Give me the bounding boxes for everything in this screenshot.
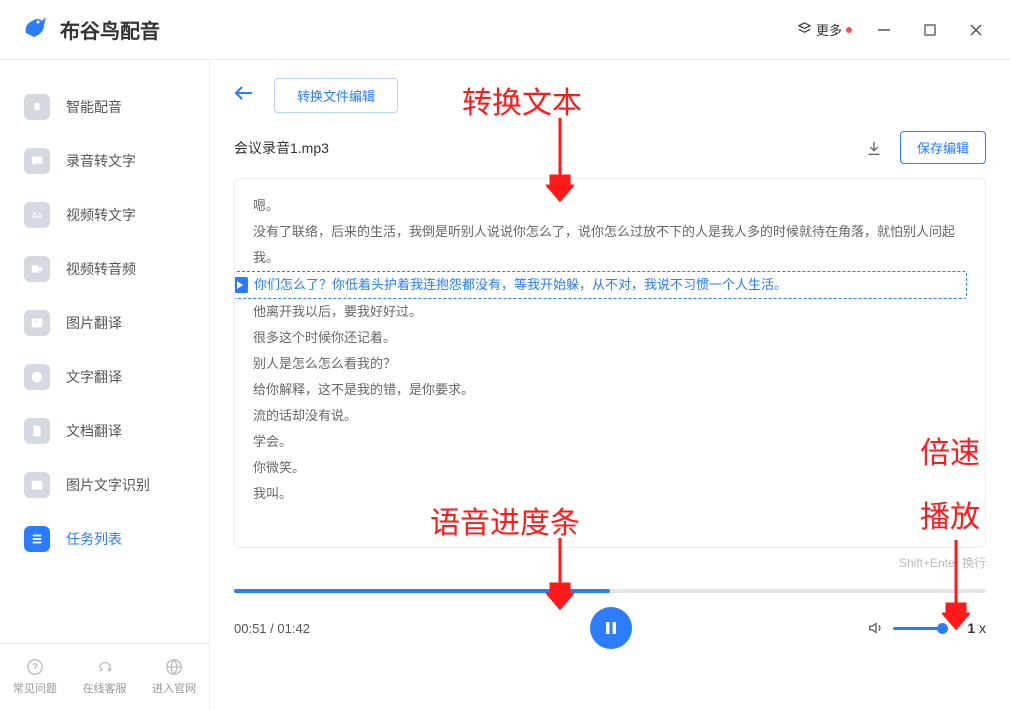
window-maximize-button[interactable]: [916, 16, 944, 44]
playback-time: 00:51 / 01:42: [234, 621, 354, 636]
audio-player: 00:51 / 01:42 1 x: [234, 589, 986, 661]
image-icon: [24, 310, 50, 336]
app-logo: 布谷鸟配音: [20, 11, 160, 48]
shortcut-hint: Shift+Enter 换行: [234, 554, 986, 571]
nav-item-task-list[interactable]: 任务列表: [0, 512, 209, 566]
more-button[interactable]: 更多: [797, 20, 852, 39]
volume-slider[interactable]: [893, 627, 943, 630]
nav-item-doc-translate[interactable]: 文档翻译: [0, 404, 209, 458]
document-icon: [24, 418, 50, 444]
download-button[interactable]: [860, 134, 888, 162]
text-aa-icon: Aa: [24, 202, 50, 228]
transcript-line[interactable]: 嗯。: [253, 193, 967, 219]
nav-item-smart-dub[interactable]: 智能配音: [0, 80, 209, 134]
volume-control[interactable]: [867, 619, 943, 637]
transcript-box[interactable]: 嗯。 没有了联络，后来的生活，我倒是听别人说说你怎么了，说你怎么过放不下的人是我…: [234, 178, 986, 548]
transcript-line[interactable]: 他离开我以后，要我好好过。: [253, 299, 967, 325]
svg-text:Aa: Aa: [32, 211, 43, 221]
mic-icon: [24, 94, 50, 120]
nav-list: 智能配音 录音转文字 Aa 视频转文字 视频转音频 图片翻译 文字翻译: [0, 60, 209, 643]
speech-bubble-icon: [24, 148, 50, 174]
transcript-line[interactable]: 没有了联络，后来的生活，我倒是听别人说说你怎么了，说你怎么过放不下的人是我人多的…: [253, 219, 967, 271]
sidebar: 智能配音 录音转文字 Aa 视频转文字 视频转音频 图片翻译 文字翻译: [0, 60, 210, 710]
sidebar-footer: 常见问题 在线客服 进入官网: [0, 643, 209, 710]
globe-icon: [165, 658, 183, 676]
transcript-line[interactable]: 很多这个时候你还记着。: [253, 325, 967, 351]
footer-support[interactable]: 在线客服: [70, 652, 140, 702]
transcript-line[interactable]: 学会。: [253, 429, 967, 455]
main-content: 转换文件编辑 会议录音1.mp3 保存编辑 嗯。 没有了联络，后来的生活，我倒是…: [210, 60, 1010, 710]
app-title: 布谷鸟配音: [60, 15, 160, 44]
nav-item-video-to-text[interactable]: Aa 视频转文字: [0, 188, 209, 242]
ocr-icon: [24, 472, 50, 498]
progress-bar[interactable]: [234, 589, 986, 593]
headset-icon: [96, 658, 114, 676]
window-close-button[interactable]: [962, 16, 990, 44]
bird-logo-icon: [20, 11, 52, 48]
speaker-icon: [867, 619, 885, 637]
transcript-line-current[interactable]: 你们怎么了？你低着头护着我连抱怨都没有，等我开始躲，从不对，我说不习惯一个人生活…: [234, 271, 967, 299]
nav-item-ocr[interactable]: 图片文字识别: [0, 458, 209, 512]
translate-icon: [24, 364, 50, 390]
transcript-line[interactable]: 别人是怎么怎么看我的？: [253, 351, 967, 377]
save-edit-button[interactable]: 保存编辑: [900, 131, 986, 164]
transcript-line[interactable]: 流的话却没有说。: [253, 403, 967, 429]
edit-mode-button[interactable]: 转换文件编辑: [274, 78, 398, 113]
transcript-line[interactable]: 你微笑。: [253, 455, 967, 481]
play-pause-button[interactable]: [590, 607, 632, 649]
help-icon: [26, 658, 44, 676]
window-minimize-button[interactable]: [870, 16, 898, 44]
video-icon: [24, 256, 50, 282]
file-name: 会议录音1.mp3: [234, 138, 329, 158]
playback-speed[interactable]: 1 x: [967, 620, 986, 636]
titlebar: 布谷鸟配音 更多: [0, 0, 1010, 60]
back-button[interactable]: [234, 85, 254, 106]
pause-icon: [603, 620, 619, 636]
nav-item-audio-to-text[interactable]: 录音转文字: [0, 134, 209, 188]
line-play-icon[interactable]: [234, 277, 248, 293]
nav-item-video-to-audio[interactable]: 视频转音频: [0, 242, 209, 296]
notification-dot-icon: [846, 27, 852, 33]
layers-icon: [797, 21, 812, 39]
nav-item-image-translate[interactable]: 图片翻译: [0, 296, 209, 350]
transcript-line[interactable]: 给你解释，这不是我的错，是你要求。: [253, 377, 967, 403]
transcript-line[interactable]: 我叫。: [253, 481, 967, 507]
list-icon: [24, 526, 50, 552]
footer-faq[interactable]: 常见问题: [0, 652, 70, 702]
footer-website[interactable]: 进入官网: [139, 652, 209, 702]
progress-fill: [234, 589, 610, 593]
nav-item-text-translate[interactable]: 文字翻译: [0, 350, 209, 404]
